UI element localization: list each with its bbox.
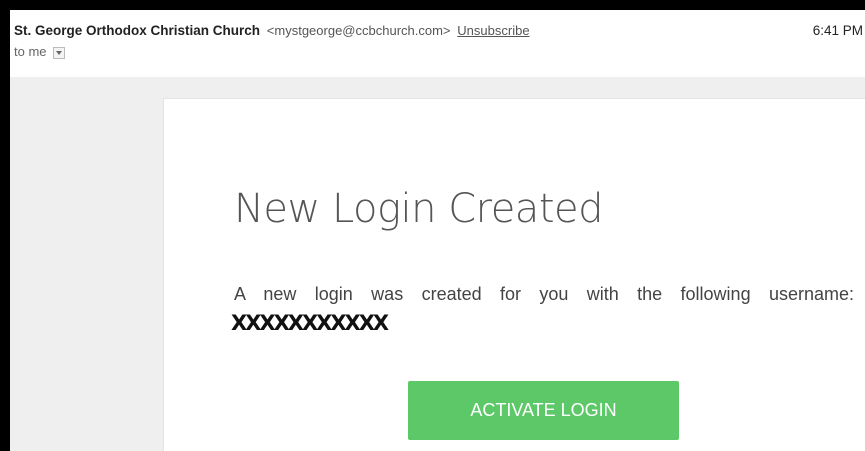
username-value: XXXXXXXXXXX	[231, 311, 389, 335]
window-frame-top	[0, 0, 865, 10]
sender-email: <mystgeorge@ccbchurch.com>	[266, 23, 451, 38]
sender-name[interactable]: St. George Orthodox Christian Church	[14, 23, 260, 38]
email-header: St. George Orthodox Christian Church <my…	[10, 10, 865, 77]
recipient-label: to me	[14, 44, 47, 59]
recipient-line: to me	[14, 44, 66, 59]
email-title: New Login Created	[234, 186, 604, 232]
window-frame-left	[0, 0, 10, 451]
email-time: 6:41 PM	[812, 23, 863, 38]
email-body-text: A new login was created for you with the…	[234, 284, 854, 304]
chevron-down-icon[interactable]	[53, 46, 66, 59]
sender-line: St. George Orthodox Christian Church <my…	[14, 23, 530, 38]
activate-login-button[interactable]: ACTIVATE LOGIN	[408, 381, 679, 440]
unsubscribe-link[interactable]: Unsubscribe	[457, 23, 529, 38]
